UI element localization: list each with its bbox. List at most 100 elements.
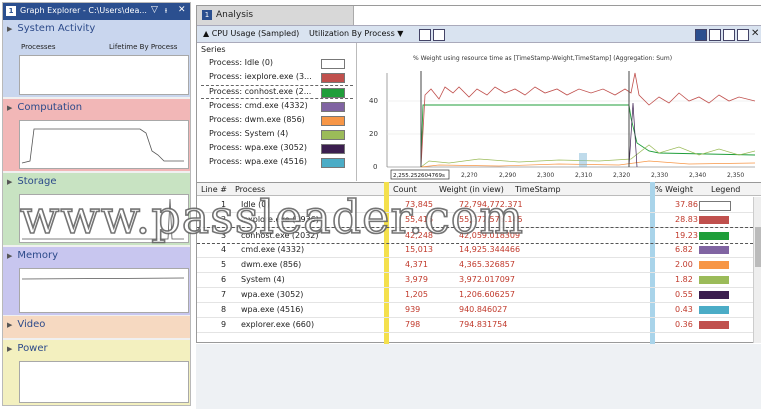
series-name: Process: wpa.exe (4516) xyxy=(209,157,307,166)
section-video[interactable]: ▶ Video xyxy=(3,316,190,338)
cell-pct: 0.43 xyxy=(675,305,693,314)
section-title: Storage xyxy=(17,176,57,187)
thumbnail-graph[interactable] xyxy=(19,268,189,313)
cell-process: wpa.exe (3052) xyxy=(241,290,304,299)
legend-swatch xyxy=(699,261,729,269)
series-swatch xyxy=(321,144,345,154)
toggle-view-icon[interactable] xyxy=(433,29,445,41)
series-item[interactable]: Process: wpa.exe (4516) xyxy=(201,156,353,168)
cell-line: 7 xyxy=(221,290,227,299)
cell-count: 15,013 xyxy=(405,245,433,254)
x-tick-label: 2,330 xyxy=(651,172,668,179)
legend-swatch xyxy=(699,306,729,314)
legend-swatch xyxy=(699,216,729,224)
series-item[interactable]: Process: System (4) xyxy=(201,128,353,140)
thumbnail-graph[interactable] xyxy=(19,55,189,95)
series-item[interactable]: Process: wpa.exe (3052) xyxy=(201,142,353,154)
section-header[interactable]: ▶ Power xyxy=(7,343,48,354)
maximize-icon[interactable] xyxy=(737,29,749,41)
dropdown-icon[interactable]: ▽ xyxy=(151,5,158,15)
section-system-activity[interactable]: ▶ System Activity Processes Lifetime By P… xyxy=(3,20,190,97)
column-header-legend[interactable]: Legend xyxy=(711,185,740,194)
expand-triangle-icon[interactable]: ▶ xyxy=(7,104,12,112)
cell-process: dwm.exe (856) xyxy=(241,260,302,269)
memory-mini-chart xyxy=(21,277,185,280)
column-processes: Processes xyxy=(21,43,56,51)
series-item[interactable]: Process: dwm.exe (856) xyxy=(201,114,353,126)
series-item[interactable]: Process: cmd.exe (4332) xyxy=(201,100,353,112)
panel-number-badge: 1 xyxy=(6,6,16,16)
section-power[interactable]: ▶ Power xyxy=(3,340,190,405)
legend-swatch xyxy=(699,276,729,284)
series-name: Process: iexplore.exe (3... xyxy=(209,72,312,81)
table-row[interactable]: 4 cmd.exe (4332) 15,013 14,925.344466 6.… xyxy=(197,242,761,258)
scrollbar-thumb[interactable] xyxy=(755,227,761,267)
pin-icon[interactable]: ᵼ xyxy=(165,5,167,16)
legend-swatch xyxy=(699,201,731,211)
series-item-selected[interactable]: Process: conhost.exe (2... xyxy=(201,85,353,99)
table-row[interactable]: 6 System (4) 3,979 3,972.017097 1.82 xyxy=(197,272,761,288)
series-swatch xyxy=(321,88,345,98)
table-row[interactable]: 7 wpa.exe (3052) 1,205 1,206.606257 0.55 xyxy=(197,287,761,303)
expand-triangle-icon[interactable]: ▶ xyxy=(7,345,12,353)
legend-swatch xyxy=(699,246,729,254)
x-tick-label: 2,350 xyxy=(727,172,744,179)
graph-selector[interactable]: ▲ CPU Usage (Sampled) xyxy=(203,29,299,38)
series-item[interactable]: Process: iexplore.exe (3... xyxy=(201,71,353,83)
cell-weight: 1,206.606257 xyxy=(459,290,515,299)
section-header[interactable]: ▶ Video xyxy=(7,319,45,330)
section-title: Power xyxy=(17,343,48,354)
table-row[interactable]: 9 explorer.exe (660) 798 794.831754 0.36 xyxy=(197,317,761,333)
cell-weight: 794.831754 xyxy=(459,320,508,329)
column-header-pct-weight[interactable]: % Weight xyxy=(655,185,693,194)
vertical-scrollbar[interactable] xyxy=(753,197,761,343)
legend-swatch xyxy=(699,321,729,329)
x-tick-label: 2,300 xyxy=(537,172,554,179)
series-item[interactable]: Process: Idle (0) xyxy=(201,57,353,69)
cell-count: 939 xyxy=(405,305,421,314)
thumbnail-graph[interactable] xyxy=(19,120,189,169)
settings-icon[interactable] xyxy=(419,29,431,41)
cell-line: 9 xyxy=(221,320,227,329)
section-computation[interactable]: ▶ Computation xyxy=(3,99,190,171)
section-header[interactable]: ▶ Memory xyxy=(7,250,58,261)
section-title: Memory xyxy=(17,250,59,261)
preset-dropdown[interactable]: Utilization By Process ▼ xyxy=(309,29,403,38)
cell-pct: 0.55 xyxy=(675,290,693,299)
table-row[interactable]: 5 dwm.exe (856) 4,371 4,365.326857 2.00 xyxy=(197,257,761,273)
graph-toolbar: ▲ CPU Usage (Sampled) Utilization By Pro… xyxy=(197,25,761,43)
series-name: Process: dwm.exe (856) xyxy=(209,115,305,124)
section-title: Video xyxy=(17,319,46,330)
tab-label: Analysis xyxy=(216,10,254,20)
close-icon[interactable]: ✕ xyxy=(751,28,759,39)
series-pane: Series Process: Idle (0) Process: iexplo… xyxy=(197,43,357,181)
close-icon[interactable]: ✕ xyxy=(178,5,186,15)
restore-icon[interactable] xyxy=(723,29,735,41)
section-header[interactable]: ▶ Storage xyxy=(7,176,57,187)
cell-pct: 6.82 xyxy=(675,245,693,254)
expand-triangle-icon[interactable]: ▶ xyxy=(7,252,12,260)
table-row[interactable]: 8 wpa.exe (4516) 939 940.846027 0.43 xyxy=(197,302,761,318)
layout-icon[interactable] xyxy=(709,29,721,41)
series-swatch xyxy=(321,73,345,83)
cell-process: explorer.exe (660) xyxy=(241,320,315,329)
series-name: Process: cmd.exe (4332) xyxy=(209,101,308,110)
tab-analysis[interactable]: 1 Analysis xyxy=(197,6,354,25)
cell-weight: 940.846027 xyxy=(459,305,508,314)
series-swatch xyxy=(321,102,345,112)
x-tick-label: 2,310 xyxy=(575,172,592,179)
section-header[interactable]: ▶ System Activity xyxy=(7,23,95,34)
chart-canvas: 40 20 0 2,255.252604769s 2,2?0 2,290 2,3… xyxy=(369,71,756,180)
thumbnail-graph[interactable] xyxy=(19,361,189,403)
expand-triangle-icon[interactable]: ▶ xyxy=(7,178,12,186)
section-memory[interactable]: ▶ Memory xyxy=(3,247,190,315)
expand-triangle-icon[interactable]: ▶ xyxy=(7,321,12,329)
expand-triangle-icon[interactable]: ▶ xyxy=(7,25,12,33)
cpu-usage-chart[interactable]: % Weight using resource time as [TimeSta… xyxy=(359,43,761,181)
section-header[interactable]: ▶ Computation xyxy=(7,102,82,113)
x-tick-label: 2,290 xyxy=(499,172,516,179)
cell-pct: 37.86 xyxy=(675,200,698,209)
cell-process: cmd.exe (4332) xyxy=(241,245,305,254)
layout-icon[interactable] xyxy=(695,29,707,41)
x-tick-label: 2,255.252604769s xyxy=(393,173,445,179)
